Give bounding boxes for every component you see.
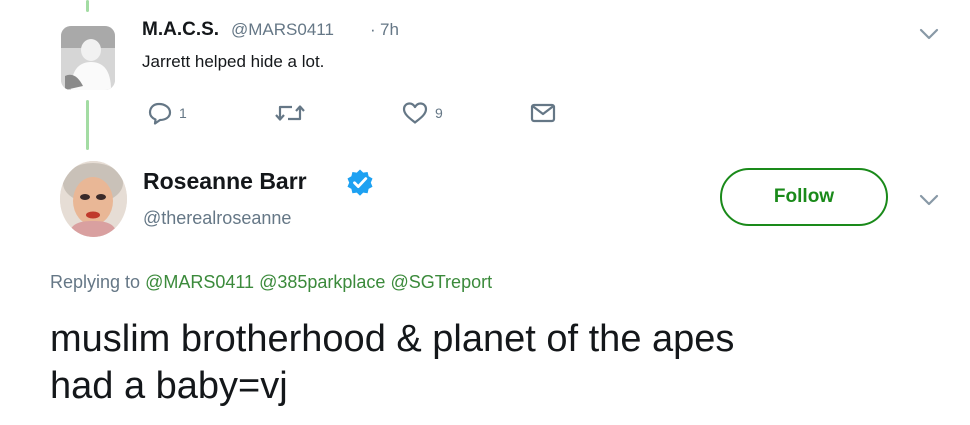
message-button[interactable] [529,98,557,128]
author-name[interactable]: Roseanne Barr [143,168,307,195]
retweet-button[interactable] [274,98,312,128]
reply-count: 1 [179,105,187,121]
replying-to: Replying to @MARS0411 @385parkplace @SGT… [50,272,492,293]
follow-button[interactable]: Follow [720,168,888,226]
mention-link[interactable]: @SGTreport [390,272,492,292]
like-count: 9 [435,105,443,121]
avatar[interactable] [61,26,115,90]
retweet-icon [275,105,305,121]
author-handle[interactable]: @MARS0411 [231,20,334,40]
author-name[interactable]: M.A.C.S. [142,19,219,41]
reply-button[interactable]: 1 [147,98,187,128]
tweet-text: Jarrett helped hide a lot. [142,52,325,71]
author-handle[interactable]: @therealroseanne [143,208,291,229]
separator-dot: · [370,20,376,39]
avatar[interactable] [60,161,127,237]
chevron-down-icon[interactable] [918,26,940,42]
tweet-timestamp[interactable]: 7h [380,20,399,40]
tweet-text: muslim brotherhood & planet of the apes … [50,316,930,410]
like-button[interactable]: 9 [401,98,443,128]
mention-link[interactable]: @385parkplace [259,272,385,292]
heart-icon [402,102,428,124]
replying-to-label: Replying to [50,272,141,292]
tweet-text-line: muslim brotherhood & planet of the apes [50,318,735,360]
thread-line-top [86,0,89,12]
tweet-text-line: had a baby=vj [50,365,288,407]
verified-badge-icon [347,169,373,196]
envelope-icon [530,103,556,123]
chevron-down-icon[interactable] [918,192,940,208]
thread-line-middle [86,100,89,150]
reply-icon [148,102,172,125]
mention-link[interactable]: @MARS0411 [145,272,254,292]
